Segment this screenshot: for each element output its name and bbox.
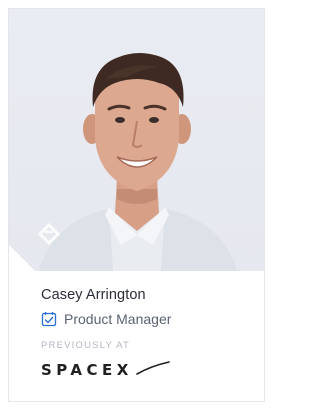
svg-text:SPACEX: SPACEX <box>41 361 133 379</box>
corner-notch <box>9 245 35 271</box>
profile-role: Product Manager <box>41 311 251 327</box>
previously-at-label: PREVIOUSLY AT <box>41 340 130 351</box>
toptal-diamond-icon <box>38 223 60 245</box>
calendar-check-icon <box>41 312 57 327</box>
profile-info: Casey Arrington Product Manager PREVIOUS… <box>41 287 251 380</box>
spacex-logo: SPACEX <box>41 361 170 379</box>
profile-role-label: Product Manager <box>64 311 172 327</box>
profile-photo <box>9 9 264 271</box>
profile-card[interactable]: Casey Arrington Product Manager PREVIOUS… <box>8 8 265 402</box>
profile-name: Casey Arrington <box>41 287 146 303</box>
